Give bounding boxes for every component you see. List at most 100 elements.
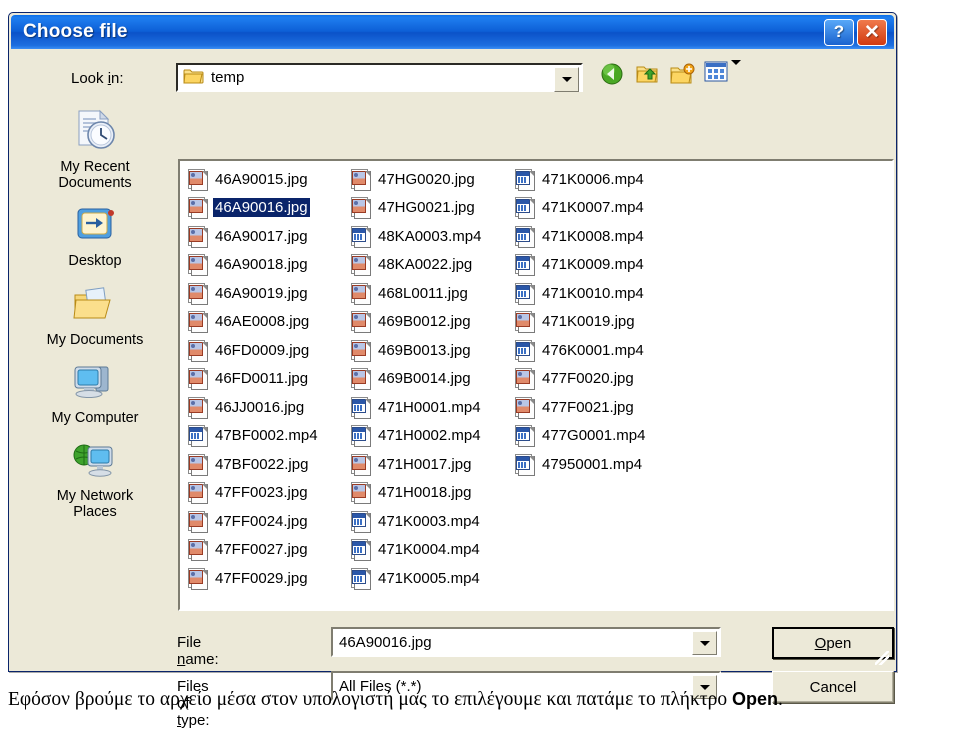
network-places-icon	[70, 434, 120, 486]
file-list-item[interactable]: 47FF0024.jpg	[184, 507, 347, 536]
help-button[interactable]: ?	[824, 18, 854, 46]
file-name: 471H0017.jpg	[378, 455, 472, 473]
place-my-documents[interactable]: My Documents	[21, 278, 169, 348]
file-name: 47HG0021.jpg	[378, 199, 475, 217]
look-in-row: Look in: temp	[71, 63, 886, 93]
file-list-item[interactable]: 47FF0023.jpg	[184, 479, 347, 508]
caption-tail: .	[777, 689, 783, 710]
file-name: 46A90016.jpg	[213, 198, 310, 218]
file-list-item[interactable]: 471K0006.mp4	[511, 165, 674, 194]
file-list-item[interactable]: 46AE0008.jpg	[184, 308, 347, 337]
resize-grip[interactable]	[875, 651, 889, 665]
back-icon[interactable]	[599, 61, 625, 87]
close-button[interactable]: ✕	[857, 18, 887, 46]
choose-file-dialog: Choose file ? ✕ Look in: temp My Recent …	[8, 12, 897, 729]
look-in-dropdown-arrow[interactable]	[554, 67, 579, 92]
file-name: 477G0001.mp4	[542, 427, 646, 445]
file-list-item[interactable]: 48KA0003.mp4	[347, 222, 511, 251]
file-list-item[interactable]: 471K0009.mp4	[511, 251, 674, 280]
file-list-item[interactable]: 477G0001.mp4	[511, 422, 674, 451]
jpg-file-icon	[351, 339, 371, 362]
mp4-file-icon	[351, 539, 371, 562]
views-dropdown[interactable]	[704, 60, 741, 87]
file-list-item[interactable]: 471K0019.jpg	[511, 308, 674, 337]
file-list-item[interactable]: 47950001.mp4	[511, 450, 674, 479]
file-list-item[interactable]: 471H0001.mp4	[347, 393, 511, 422]
file-name: 471K0019.jpg	[542, 313, 635, 331]
jpg-file-icon	[188, 482, 208, 505]
file-list-item[interactable]: 46FD0009.jpg	[184, 336, 347, 365]
file-list-item[interactable]: 46A90018.jpg	[184, 251, 347, 280]
file-list-item[interactable]: 47HG0020.jpg	[347, 165, 511, 194]
file-name: 471H0018.jpg	[378, 484, 472, 502]
file-name: 48KA0022.jpg	[378, 256, 473, 274]
jpg-file-icon	[515, 368, 535, 391]
file-name: 46FD0011.jpg	[215, 370, 309, 388]
file-list-item[interactable]: 469B0013.jpg	[347, 336, 511, 365]
place-my-network-places[interactable]: My Network Places	[21, 434, 169, 520]
file-list-item[interactable]: 471K0010.mp4	[511, 279, 674, 308]
file-name: 471K0006.mp4	[542, 170, 644, 188]
file-list-item[interactable]: 469B0014.jpg	[347, 365, 511, 394]
screenshot-root: Choose file ? ✕ Look in: temp My Recent …	[0, 0, 960, 748]
file-list-item[interactable]: 47BF0002.mp4	[184, 422, 347, 451]
mp4-file-icon	[351, 567, 371, 590]
file-list-item[interactable]: 471K0007.mp4	[511, 194, 674, 223]
file-list-item[interactable]: 48KA0022.jpg	[347, 251, 511, 280]
new-folder-icon[interactable]	[669, 61, 695, 87]
file-name-dropdown-arrow[interactable]	[692, 631, 717, 655]
file-list-item[interactable]: 46A90019.jpg	[184, 279, 347, 308]
jpg-file-icon	[188, 510, 208, 533]
mp4-file-icon	[515, 197, 535, 220]
look-in-combobox[interactable]: temp	[176, 63, 583, 92]
file-list-item[interactable]: 471H0018.jpg	[347, 479, 511, 508]
place-desktop[interactable]: Desktop	[21, 199, 169, 269]
folder-icon	[183, 67, 204, 89]
place-label: My Documents	[46, 331, 144, 348]
mp4-file-icon	[351, 225, 371, 248]
place-label: My Computer	[51, 409, 139, 426]
mp4-file-icon	[515, 425, 535, 448]
file-name: 471K0010.mp4	[542, 284, 644, 302]
file-list-item[interactable]: 46A90017.jpg	[184, 222, 347, 251]
file-list-item[interactable]: 471H0017.jpg	[347, 450, 511, 479]
place-label: Desktop	[68, 253, 122, 270]
file-name-input[interactable]: 46A90016.jpg	[331, 627, 721, 657]
file-name: 46AE0008.jpg	[215, 313, 310, 331]
file-list-item[interactable]: 468L0011.jpg	[347, 279, 511, 308]
file-list-item[interactable]: 471H0002.mp4	[347, 422, 511, 451]
file-name: 469B0013.jpg	[378, 341, 471, 359]
jpg-file-icon	[351, 311, 371, 334]
file-column-2: 47HG0020.jpg 47HG0021.jpg 48KA0003.mp4 48KA…	[347, 165, 511, 593]
file-list-item[interactable]: 477F0021.jpg	[511, 393, 674, 422]
file-list-item[interactable]: 471K0008.mp4	[511, 222, 674, 251]
file-name: 47BF0022.jpg	[215, 455, 309, 473]
file-list-item[interactable]: 46A90015.jpg	[184, 165, 347, 194]
file-list-item[interactable]: 477F0020.jpg	[511, 365, 674, 394]
file-list-item[interactable]: 47HG0021.jpg	[347, 194, 511, 223]
file-list-item[interactable]: 47FF0029.jpg	[184, 564, 347, 593]
file-list-item[interactable]: 471K0003.mp4	[347, 507, 511, 536]
place-my-computer[interactable]: My Computer	[21, 356, 169, 426]
file-list-item[interactable]: 47FF0027.jpg	[184, 536, 347, 565]
file-list-item[interactable]: 47BF0022.jpg	[184, 450, 347, 479]
caption-bold-open: Open	[731, 689, 778, 709]
file-list-item[interactable]: 469B0012.jpg	[347, 308, 511, 337]
question-mark-icon: ?	[833, 22, 845, 41]
jpg-file-icon	[515, 311, 535, 334]
file-list-item[interactable]: 476K0001.mp4	[511, 336, 674, 365]
file-name: 46A90019.jpg	[215, 284, 308, 302]
file-name-value: 46A90016.jpg	[339, 633, 432, 651]
file-list[interactable]: 46A90015.jpg 46A90016.jpg 46A90017.jpg 46A9…	[178, 159, 894, 611]
file-list-item[interactable]: 471K0004.mp4	[347, 536, 511, 565]
place-my-recent-documents[interactable]: My Recent Documents	[21, 105, 169, 191]
file-name: 471K0008.mp4	[542, 227, 644, 245]
file-name: 471K0004.mp4	[378, 541, 480, 559]
file-list-item[interactable]: 46JJ0016.jpg	[184, 393, 347, 422]
file-list-item[interactable]: 46FD0011.jpg	[184, 365, 347, 394]
up-one-level-icon[interactable]	[634, 61, 660, 87]
file-list-item[interactable]: 46A90016.jpg	[184, 194, 347, 223]
jpg-file-icon	[188, 282, 208, 305]
file-name: 48KA0003.mp4	[378, 227, 482, 245]
file-list-item[interactable]: 471K0005.mp4	[347, 564, 511, 593]
